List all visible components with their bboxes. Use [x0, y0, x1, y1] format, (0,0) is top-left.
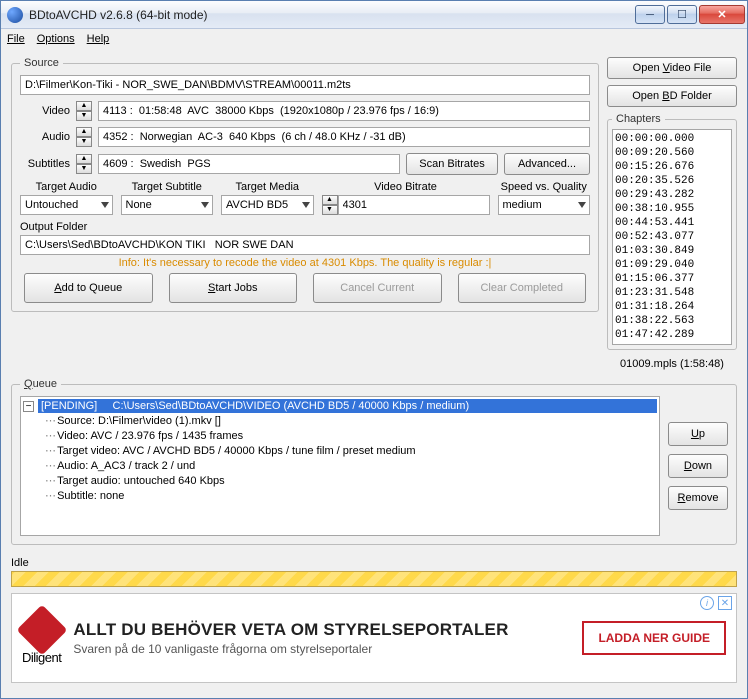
- target-audio-select[interactable]: Untouched: [20, 195, 113, 215]
- chapter-item[interactable]: 01:23:31.548: [615, 286, 729, 300]
- chapter-item[interactable]: 00:52:43.077: [615, 230, 729, 244]
- chapters-legend: Chapters: [612, 113, 665, 125]
- queue-up-button[interactable]: Up: [668, 422, 728, 446]
- chapter-item[interactable]: 00:09:20.560: [615, 146, 729, 160]
- chapter-item[interactable]: 01:47:42.289: [615, 328, 729, 342]
- chapter-item[interactable]: 00:44:53.441: [615, 216, 729, 230]
- chapter-item[interactable]: 00:00:00.000: [615, 132, 729, 146]
- window-title: BDtoAVCHD v2.6.8 (64-bit mode): [29, 8, 635, 22]
- chapter-item[interactable]: 01:09:29.040: [615, 258, 729, 272]
- queue-tree[interactable]: − [PENDING] C:\Users\Sed\BDtoAVCHD\VIDEO…: [20, 396, 660, 536]
- open-video-file-button[interactable]: Open Video File: [607, 57, 737, 79]
- chapter-item[interactable]: 00:20:35.526: [615, 174, 729, 188]
- chapter-item[interactable]: 00:29:43.282: [615, 188, 729, 202]
- app-icon: [7, 7, 23, 23]
- start-jobs-button[interactable]: Start Jobs: [169, 273, 298, 303]
- video-bitrate-input[interactable]: [338, 195, 490, 215]
- source-path-input[interactable]: [20, 75, 590, 95]
- video-spin-down[interactable]: ▼: [76, 111, 92, 121]
- queue-detail-line: Target video: AVC / AVCHD BD5 / 40000 Kb…: [45, 444, 657, 459]
- queue-legend: Queue: [20, 378, 61, 390]
- ad-subtext: Svaren på de 10 vanligaste frågorna om s…: [73, 642, 570, 656]
- chapters-listbox[interactable]: 00:00:00.00000:09:20.56000:15:26.67600:2…: [612, 129, 732, 345]
- ad-logo-icon: [16, 604, 67, 655]
- bitrate-spin-down[interactable]: ▼: [322, 205, 338, 215]
- speed-quality-select[interactable]: medium: [498, 195, 591, 215]
- clear-completed-button[interactable]: Clear Completed: [458, 273, 587, 303]
- tree-collapse-icon[interactable]: −: [23, 401, 34, 412]
- cancel-current-button[interactable]: Cancel Current: [313, 273, 442, 303]
- menu-file[interactable]: File: [7, 33, 25, 45]
- open-bd-folder-button[interactable]: Open BD Folder: [607, 85, 737, 107]
- audio-label: Audio: [20, 131, 70, 143]
- sub-spin-up[interactable]: ▲: [76, 154, 92, 164]
- audio-spin-down[interactable]: ▼: [76, 137, 92, 147]
- target-audio-label: Target Audio: [20, 181, 113, 193]
- advanced-button[interactable]: Advanced...: [504, 153, 590, 175]
- chapter-item[interactable]: 00:38:10.955: [615, 202, 729, 216]
- output-folder-input[interactable]: [20, 235, 590, 255]
- maximize-button[interactable]: ☐: [667, 5, 697, 24]
- minimize-button[interactable]: ─: [635, 5, 665, 24]
- ad-info-icon[interactable]: i: [700, 596, 714, 610]
- menubar: File Options Help: [1, 29, 747, 49]
- titlebar[interactable]: BDtoAVCHD v2.6.8 (64-bit mode) ─ ☐ ✕: [1, 1, 747, 29]
- advertisement[interactable]: i ✕ Diligent ALLT DU BEHÖVER VETA OM STY…: [11, 593, 737, 683]
- bitrate-spin-up[interactable]: ▲: [322, 195, 338, 205]
- close-button[interactable]: ✕: [699, 5, 745, 24]
- ad-headline: ALLT DU BEHÖVER VETA OM STYRELSEPORTALER: [73, 620, 570, 640]
- queue-group: Queue − [PENDING] C:\Users\Sed\BDtoAVCHD…: [11, 378, 737, 545]
- chapter-item[interactable]: 01:15:06.377: [615, 272, 729, 286]
- speed-quality-label: Speed vs. Quality: [498, 181, 591, 193]
- ad-close-icon[interactable]: ✕: [718, 596, 732, 610]
- video-track-input[interactable]: [98, 101, 590, 121]
- target-subtitle-select[interactable]: None: [121, 195, 214, 215]
- menu-help[interactable]: Help: [87, 33, 110, 45]
- target-subtitle-label: Target Subtitle: [121, 181, 214, 193]
- menu-options[interactable]: Options: [37, 33, 75, 45]
- info-line: Info: It's necessary to recode the video…: [20, 255, 590, 273]
- chapter-item[interactable]: 00:15:26.676: [615, 160, 729, 174]
- queue-detail-line: Subtitle: none: [45, 489, 657, 504]
- queue-item-header[interactable]: [PENDING] C:\Users\Sed\BDtoAVCHD\VIDEO (…: [38, 399, 657, 413]
- queue-detail-line: Target audio: untouched 640 Kbps: [45, 474, 657, 489]
- source-group: Source Video ▲▼ Audio ▲▼ Subtitles ▲: [11, 57, 599, 312]
- audio-track-input[interactable]: [98, 127, 590, 147]
- ad-cta-button[interactable]: LADDA NER GUIDE: [582, 621, 726, 655]
- chapter-item[interactable]: 01:38:22.563: [615, 314, 729, 328]
- mpls-label: 01009.mpls (1:58:48): [607, 356, 737, 372]
- chapter-item[interactable]: 01:03:30.849: [615, 244, 729, 258]
- add-to-queue-button[interactable]: Add to Queue: [24, 273, 153, 303]
- chapters-group: Chapters 00:00:00.00000:09:20.56000:15:2…: [607, 113, 737, 350]
- video-spin-up[interactable]: ▲: [76, 101, 92, 111]
- video-label: Video: [20, 105, 70, 117]
- sub-spin-down[interactable]: ▼: [76, 164, 92, 174]
- source-legend: Source: [20, 57, 63, 69]
- video-bitrate-label: Video Bitrate: [322, 181, 490, 193]
- target-media-select[interactable]: AVCHD BD5: [221, 195, 314, 215]
- queue-down-button[interactable]: Down: [668, 454, 728, 478]
- queue-detail-line: Audio: A_AC3 / track 2 / und: [45, 459, 657, 474]
- subtitles-label: Subtitles: [20, 158, 70, 170]
- output-folder-label: Output Folder: [20, 221, 590, 233]
- scan-bitrates-button[interactable]: Scan Bitrates: [406, 153, 498, 175]
- progress-bar: [11, 571, 737, 587]
- audio-spin-up[interactable]: ▲: [76, 127, 92, 137]
- queue-detail-line: Source: D:\Filmer\video (1).mkv []: [45, 414, 657, 429]
- status-label: Idle: [11, 557, 737, 569]
- subtitle-track-input[interactable]: [98, 154, 400, 174]
- target-media-label: Target Media: [221, 181, 314, 193]
- queue-detail-line: Video: AVC / 23.976 fps / 1435 frames: [45, 429, 657, 444]
- queue-remove-button[interactable]: Remove: [668, 486, 728, 510]
- chapter-item[interactable]: 01:31:18.264: [615, 300, 729, 314]
